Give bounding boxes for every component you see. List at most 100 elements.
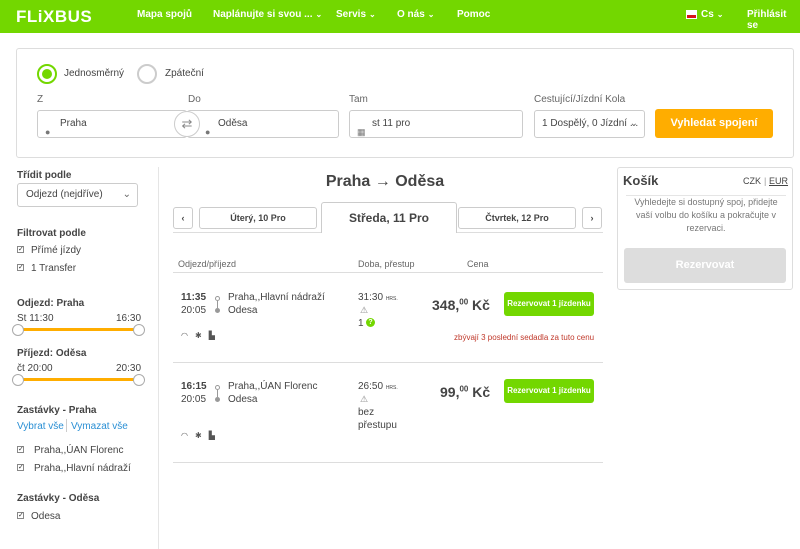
transfer-info-icon[interactable]: ? xyxy=(366,318,375,327)
arrival-slider-min-handle[interactable] xyxy=(12,374,24,386)
one-transfer-label[interactable]: 1 Transfer xyxy=(31,263,76,274)
one-way-label[interactable]: Jednosměrný xyxy=(64,68,124,79)
cart-reserve-button[interactable]: Rezervovat xyxy=(624,248,786,283)
stop-odesa-checkbox[interactable]: ✓ xyxy=(17,512,24,519)
stop-florenc-checkbox[interactable]: ✓ xyxy=(17,446,24,453)
warning-icon: ⚠ xyxy=(360,394,369,404)
flixbus-logo[interactable]: FLiXBUS xyxy=(16,7,92,27)
departure-slider-max-handle[interactable] xyxy=(133,324,145,336)
one-transfer-checkbox[interactable]: ✓ xyxy=(17,264,24,271)
sidebar-divider xyxy=(158,167,159,549)
tab-bottom-line xyxy=(457,232,603,233)
origin-stops-title: Zastávky - Praha xyxy=(17,405,97,416)
select-all-link[interactable]: Vybrat vše xyxy=(17,421,64,432)
next-day-arrow[interactable]: › xyxy=(582,207,602,229)
departure-max-label: 16:30 xyxy=(116,313,142,324)
prev-day-tab[interactable]: Úterý, 10 Pro xyxy=(199,207,317,229)
arrival-max-label: 20:30 xyxy=(116,363,142,374)
language-selector[interactable]: Cs ⌄ xyxy=(701,9,724,20)
search-panel xyxy=(16,48,794,158)
ride-departure-stop[interactable]: Praha,,ÚAN Florenc xyxy=(228,381,317,392)
arrival-filter-title: Příjezd: Oděsa xyxy=(17,348,87,359)
book-ride-button[interactable]: Rezervovat 1 jízdenku xyxy=(504,292,594,316)
direct-rides-checkbox[interactable]: ✓ xyxy=(17,246,24,253)
stop-hlavni-label[interactable]: Praha,,Hlavní nádraží xyxy=(34,463,131,474)
nav-about[interactable]: O nás ⌄ xyxy=(397,9,435,20)
ride-transfers: 1 xyxy=(358,318,364,329)
currency-czk-link[interactable]: CZK xyxy=(743,176,761,186)
route-line xyxy=(217,301,218,308)
one-way-radio[interactable] xyxy=(37,64,57,84)
ride-departure-time: 11:35 xyxy=(181,292,207,303)
ride-arrival-time: 20:05 xyxy=(181,394,207,405)
czech-flag-icon xyxy=(686,10,697,19)
departure-min-label: St 11:30 xyxy=(17,313,54,324)
tab-bottom-line xyxy=(173,232,321,233)
chevron-down-icon: ⌄ xyxy=(716,10,724,19)
direct-rides-label[interactable]: Přímé jízdy xyxy=(31,245,81,256)
ride-price: 99,00 Kč xyxy=(440,384,491,400)
nav-route-map[interactable]: Mapa spojů xyxy=(137,9,192,20)
header-divider xyxy=(173,272,603,273)
clear-all-link[interactable]: Vymazat vše xyxy=(71,421,128,432)
toilet-icon: ▙ xyxy=(208,331,222,340)
seats-left-note: zbývají 3 poslední sedadla za tuto cenu xyxy=(454,333,595,342)
ride-departure-stop[interactable]: Praha,,Hlavní nádraží xyxy=(228,292,325,303)
from-input[interactable]: ● Praha xyxy=(37,110,187,138)
column-header-duration: Doba, přestup xyxy=(358,259,415,269)
route-end-dot xyxy=(215,308,220,313)
passengers-select[interactable]: 1 Dospělý, 0 Jízdní ... ⌄ xyxy=(534,110,645,138)
ride-arrival-time: 20:05 xyxy=(181,305,207,316)
ride-arrival-stop[interactable]: Odesa xyxy=(228,394,257,405)
chevron-down-icon: ⌄ xyxy=(369,10,376,19)
stop-florenc-label[interactable]: Praha,,ÚAN Florenc xyxy=(34,445,123,456)
to-label: Do xyxy=(188,94,201,105)
link-divider xyxy=(66,419,67,432)
ride-duration: 31:30 HRS. xyxy=(358,292,398,303)
current-day-tab[interactable]: Středa, 11 Pro xyxy=(321,202,457,233)
date-label: Tam xyxy=(349,94,368,105)
to-input[interactable]: ● Oděsa xyxy=(187,110,339,138)
nav-help[interactable]: Pomoc xyxy=(457,9,490,20)
swap-arrows-icon: ⇄ xyxy=(181,116,193,131)
departure-filter-title: Odjezd: Praha xyxy=(17,298,85,309)
return-label[interactable]: Zpáteční xyxy=(165,68,204,79)
row-divider xyxy=(173,462,603,463)
search-button[interactable]: Vyhledat spojení xyxy=(655,109,773,138)
swap-direction-button[interactable]: ⇄ xyxy=(174,111,200,137)
column-header-times: Odjezd/příjezd xyxy=(178,259,237,269)
departure-slider-min-handle[interactable] xyxy=(12,324,24,336)
chevron-down-icon: ⌄ xyxy=(629,118,638,129)
warning-icon: ⚠ xyxy=(360,305,369,315)
sort-select[interactable]: Odjezd (nejdříve) ⌄ xyxy=(17,183,138,207)
ride-arrival-stop[interactable]: Odesa xyxy=(228,305,257,316)
stop-hlavni-checkbox[interactable]: ✓ xyxy=(17,464,24,471)
passengers-label: Cestující/Jízdní Kola xyxy=(534,94,626,105)
calendar-icon: ▦ xyxy=(357,127,366,137)
dest-stops-title: Zastávky - Oděsa xyxy=(17,493,100,504)
cart-empty-message: Vyhledejte si dostupný spoj, přidejte va… xyxy=(634,197,778,233)
nav-plan-trip[interactable]: Naplánujte si svou ... ⌄ xyxy=(213,9,322,20)
power-socket-icon: ✱ xyxy=(194,431,209,440)
wifi-icon: ◠ xyxy=(181,331,195,340)
location-pin-icon: ● xyxy=(205,127,211,137)
route-line xyxy=(217,390,218,397)
date-input[interactable]: ▦ st 11 pro xyxy=(349,110,523,138)
nav-services[interactable]: Servis ⌄ xyxy=(336,9,376,20)
return-radio[interactable] xyxy=(137,64,157,84)
arrival-min-label: čt 20:00 xyxy=(17,363,53,374)
prev-day-arrow[interactable]: ‹ xyxy=(173,207,193,229)
ride-departure-time: 16:15 xyxy=(181,381,207,392)
login-link[interactable]: Přihlásit se xyxy=(747,9,800,31)
currency-eur-link[interactable]: EUR xyxy=(769,176,788,186)
book-ride-button[interactable]: Rezervovat 1 jízdenku xyxy=(504,379,594,403)
power-socket-icon: ✱ xyxy=(194,331,209,340)
stop-odesa-label[interactable]: Odesa xyxy=(31,511,60,522)
cart-title: Košík xyxy=(623,173,659,188)
arrival-slider-max-handle[interactable] xyxy=(133,374,145,386)
departure-slider-track xyxy=(18,328,138,331)
chevron-left-icon: ‹ xyxy=(181,213,185,223)
chevron-down-icon: ⌄ xyxy=(122,189,131,200)
amenity-icons: ◠✱▙ xyxy=(181,431,222,440)
next-day-tab[interactable]: Čtvrtek, 12 Pro xyxy=(458,207,576,229)
